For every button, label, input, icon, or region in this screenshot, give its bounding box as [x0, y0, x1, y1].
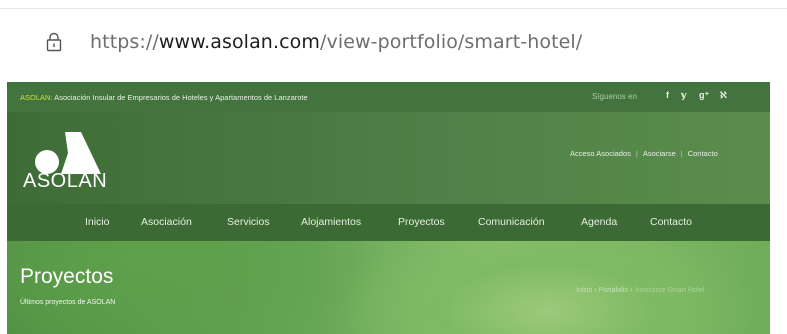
nav-item-contacto[interactable]: Contacto	[650, 216, 692, 228]
follow-label: Síguenos en	[592, 92, 637, 101]
nav-item-asociacion[interactable]: Asociación	[141, 216, 192, 228]
nav-item-alojamientos[interactable]: Alojamientos	[301, 216, 361, 228]
website-viewport: ASOLAN: Asociación Insular de Empresario…	[7, 82, 770, 334]
contact-link[interactable]: Contacto	[688, 149, 718, 158]
lock-icon[interactable]	[46, 32, 62, 52]
breadcrumb-portafolio[interactable]: Portafolio	[599, 287, 629, 294]
separator: |	[635, 149, 638, 158]
association-name: Asociación Insular de Empresarios de Hot…	[52, 93, 308, 102]
tab-strip-divider	[0, 8, 787, 9]
nav-item-proyectos[interactable]: Proyectos	[398, 216, 445, 228]
main-navigation: Inicio Asociación Servicios Alojamientos…	[7, 204, 770, 241]
nav-item-inicio[interactable]: Inicio	[85, 216, 110, 228]
association-tagline: ASOLAN: Asociación Insular de Empresario…	[20, 93, 308, 102]
breadcrumb-separator: ›	[594, 287, 597, 294]
page-title: Proyectos	[20, 265, 114, 288]
browser-address-bar: https://www.asolan.com/view-portfolio/sm…	[0, 0, 787, 74]
breadcrumb: Inicio › Portafolio › Asociarse Smart Hotel	[576, 287, 704, 294]
page-banner: Proyectos Últimos proyectos de ASOLAN In…	[7, 241, 770, 334]
breadcrumb-separator: ›	[630, 287, 633, 294]
breadcrumb-inicio[interactable]: Inicio	[576, 287, 592, 294]
url-host: www.asolan.com	[158, 31, 320, 53]
breadcrumb-current: Asociarse Smart Hotel	[634, 287, 705, 294]
brand-name: ASOLAN:	[20, 93, 53, 102]
nav-item-agenda[interactable]: Agenda	[581, 216, 617, 228]
separator: |	[680, 149, 683, 158]
nav-item-comunicacion[interactable]: Comunicación	[478, 216, 545, 228]
site-header: ASOLAN Acceso Asociados | Asociarse | Contac…	[7, 112, 770, 204]
facebook-icon[interactable]: f	[666, 90, 669, 100]
logo-text[interactable]: ASOLAN	[23, 170, 107, 193]
rss-icon[interactable]: ℵ	[720, 90, 727, 101]
access-members-link[interactable]: Acceso Asociados	[570, 149, 631, 158]
url-path: /view-portfolio/smart-hotel/	[319, 31, 583, 53]
header-links: Acceso Asociados | Asociarse | Contacto	[569, 149, 719, 158]
url-text[interactable]: https://www.asolan.com/view-portfolio/sm…	[90, 31, 582, 53]
nav-item-servicios[interactable]: Servicios	[227, 216, 270, 228]
page-subtitle: Últimos proyectos de ASOLAN	[20, 299, 116, 306]
url-scheme: https://	[90, 31, 159, 53]
join-link[interactable]: Asociarse	[643, 149, 676, 158]
asolan-logo-icon[interactable]	[31, 128, 101, 176]
site-topbar: ASOLAN: Asociación Insular de Empresario…	[7, 82, 770, 112]
google-plus-icon[interactable]: g⁺	[699, 90, 709, 101]
twitter-icon[interactable]: 𝕪	[681, 90, 687, 101]
